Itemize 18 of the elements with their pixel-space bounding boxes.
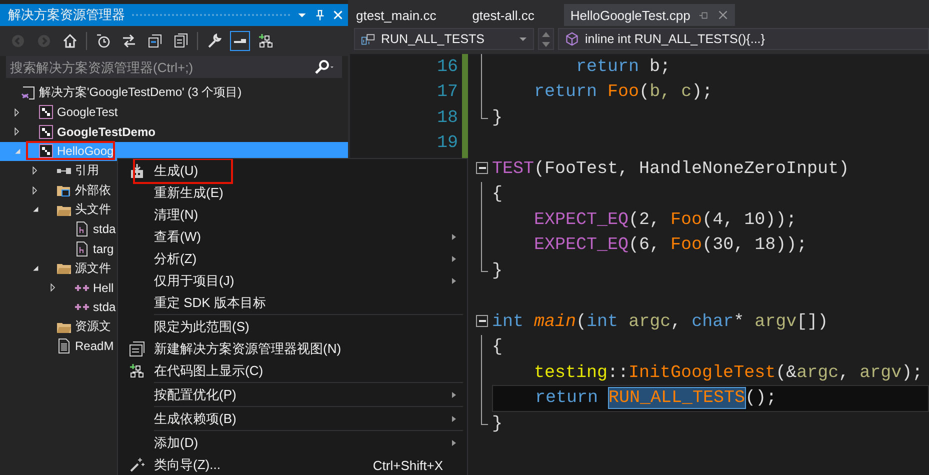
line-number: 19 — [436, 133, 459, 154]
code-line: { — [492, 337, 503, 358]
line-number: 18 — [436, 108, 459, 128]
panel-title: 解决方案资源管理器 — [8, 6, 125, 24]
shortcut-text: Ctrl+Shift+X — [372, 458, 443, 472]
code-line: return b; — [575, 56, 671, 77]
line-number: 17 — [436, 82, 459, 102]
code-line: TEST(FooTest, HandleNoneZeroInput) — [492, 158, 850, 179]
code-line: } — [492, 414, 503, 434]
code-line: testing::InitGoogleTest(&argc, argv); — [533, 362, 923, 383]
code-line: } — [492, 108, 503, 128]
code-line: int main(int argc, char* argv[]) — [492, 312, 828, 332]
code-line: return Foo(b, c); — [533, 82, 713, 102]
code-line: EXPECT_EQ(6, Foo(30, 18)); — [533, 235, 808, 256]
code-line: EXPECT_EQ(2, Foo(4, 10)); — [533, 210, 797, 230]
line-number: 16 — [436, 56, 459, 77]
code-line: } — [492, 260, 503, 281]
code-line: { — [492, 184, 503, 204]
